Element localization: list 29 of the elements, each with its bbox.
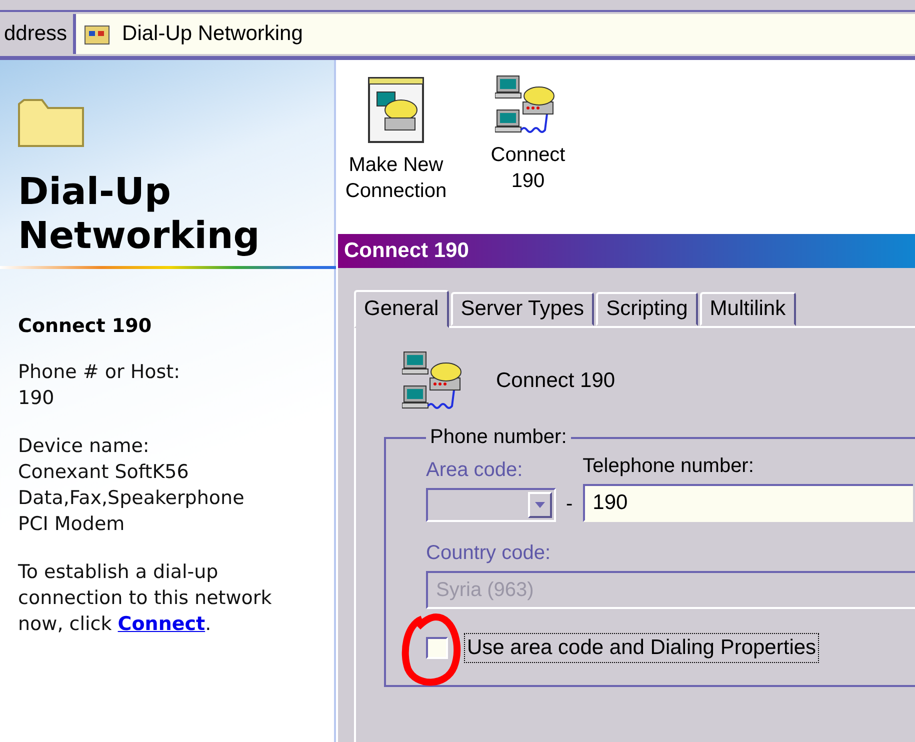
icon-label[interactable]: Connect 190 — [473, 142, 583, 194]
detail-text: Phone # or Host: 190 — [18, 360, 181, 411]
caret-icon — [535, 502, 545, 508]
field-label: Telephone number: — [582, 455, 755, 478]
wizard-icon — [365, 74, 427, 146]
checkbox[interactable] — [426, 637, 448, 659]
tab[interactable]: Multilink — [700, 292, 796, 326]
field-label: Country code: — [426, 542, 552, 565]
group-legend: Phone number: — [426, 426, 571, 449]
tab[interactable]: Server Types — [450, 292, 594, 326]
page-title: Dial-Up Networking — [18, 170, 261, 258]
connection-name: Connect 190 — [18, 315, 153, 337]
telephone-field[interactable]: 190 — [582, 484, 913, 522]
checkbox-label[interactable]: Use area code and Dialing Properties — [464, 633, 820, 663]
dialog-title: Connect 190 — [338, 234, 915, 268]
area-code-dropdown[interactable] — [426, 488, 556, 522]
separator-text: - — [566, 493, 573, 517]
dropdown-button[interactable] — [528, 492, 552, 518]
icon-label[interactable]: Make New Connection — [341, 152, 451, 204]
detail-text: Device name: Conexant SoftK56 Data,Fax,Speakerphone PCI Modem — [18, 434, 246, 537]
connect-link[interactable]: Connect — [118, 613, 206, 635]
connection-name: Connect 190 — [496, 369, 616, 393]
address-text: Dial-Up Networking — [122, 22, 303, 46]
field-label: Area code: — [426, 459, 524, 482]
address-field[interactable]: Dial-Up Networking — [73, 14, 915, 54]
instruction-text: To establish a dial-up connection to this network now, click Connect. — [18, 560, 273, 637]
address-label: ddress — [3, 22, 68, 46]
tab[interactable]: Scripting — [596, 292, 698, 326]
tab[interactable]: General — [354, 290, 449, 328]
